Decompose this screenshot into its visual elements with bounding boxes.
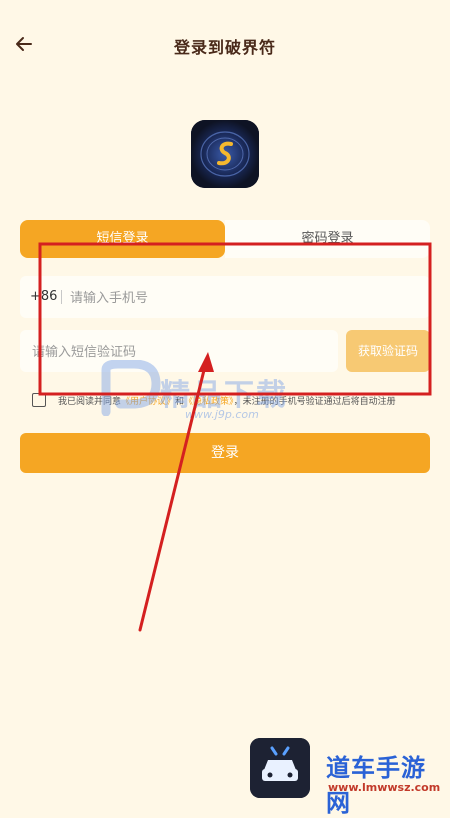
divider	[61, 290, 62, 304]
country-code[interactable]: +86	[30, 289, 57, 304]
phone-input[interactable]	[68, 284, 412, 312]
app-logo	[191, 120, 259, 188]
login-tabs: 短信登录 密码登录	[20, 220, 430, 258]
tab-sms-login[interactable]: 短信登录	[20, 220, 225, 258]
footer-url: www.lmwwsz.com	[328, 781, 441, 794]
agreement-checkbox[interactable]	[32, 393, 46, 407]
tab-password-login[interactable]: 密码登录	[225, 220, 430, 258]
code-field	[20, 330, 338, 372]
login-button[interactable]: 登录	[20, 433, 430, 473]
header: 登录到破界符	[0, 0, 450, 90]
footer-logo	[250, 738, 310, 798]
get-code-button[interactable]: 获取验证码	[346, 330, 430, 372]
page-title: 登录到破界符	[173, 38, 276, 57]
watermark-p-icon	[101, 360, 161, 416]
watermark-url: www.j9p.com	[185, 408, 259, 421]
phone-field: +86	[20, 276, 430, 318]
sms-code-input[interactable]	[30, 338, 324, 366]
